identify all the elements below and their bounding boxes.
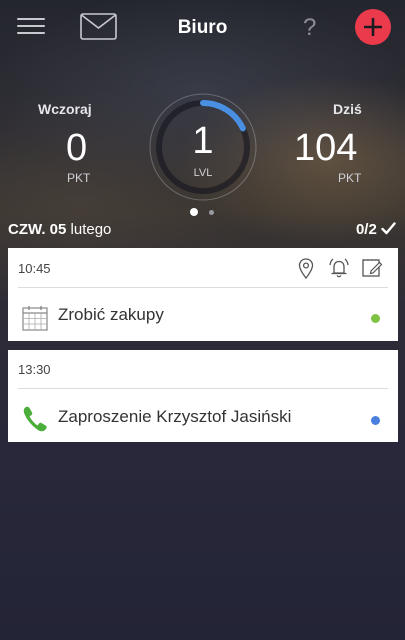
plus-icon <box>364 18 382 36</box>
today-unit: PKT <box>338 171 362 185</box>
page-dot-active[interactable] <box>190 208 198 216</box>
page-dot[interactable] <box>209 210 214 215</box>
add-button[interactable] <box>355 9 391 45</box>
completed-count-label: 0/2 <box>355 221 377 238</box>
task-card[interactable]: 10:45 Zrobić zakupy <box>8 248 398 341</box>
page-title: Biuro <box>177 17 228 38</box>
top-bar: Biuro ? <box>0 0 405 56</box>
yesterday-unit: PKT <box>67 171 91 185</box>
alarm-icon[interactable] <box>328 257 350 279</box>
task-title[interactable]: Zrobić zakupy <box>58 305 164 325</box>
today-label: Dziś <box>333 101 362 117</box>
phone-icon <box>23 406 47 432</box>
help-icon[interactable]: ? <box>303 14 316 42</box>
location-icon[interactable] <box>298 258 314 280</box>
yesterday-label: Wczoraj <box>38 101 92 117</box>
task-card[interactable]: 13:30 Zaproszenie Krzysztof Jasiński <box>8 350 398 442</box>
completed-count: 0/2 <box>356 221 396 238</box>
task-title[interactable]: Zaproszenie Krzysztof Jasiński <box>58 407 291 427</box>
today-points: 104 <box>294 127 358 169</box>
date-header: CZW. 05 lutego 0/2 <box>8 221 398 241</box>
card-divider <box>18 287 388 288</box>
note-edit-icon[interactable] <box>361 257 383 279</box>
level-value: 1 <box>192 120 214 162</box>
status-dot <box>371 314 380 323</box>
date-month: lutego <box>70 221 112 238</box>
date-day-number: 05 <box>49 221 67 238</box>
task-time: 13:30 <box>18 362 51 377</box>
date-day: CZW. <box>8 221 46 238</box>
task-time: 10:45 <box>18 261 51 276</box>
check-icon <box>381 222 396 235</box>
calendar-icon <box>22 306 48 331</box>
card-divider <box>18 388 388 389</box>
status-dot <box>371 416 380 425</box>
page-indicator[interactable] <box>190 208 220 216</box>
yesterday-points: 0 <box>66 127 88 169</box>
level-unit: LVL <box>193 167 213 179</box>
